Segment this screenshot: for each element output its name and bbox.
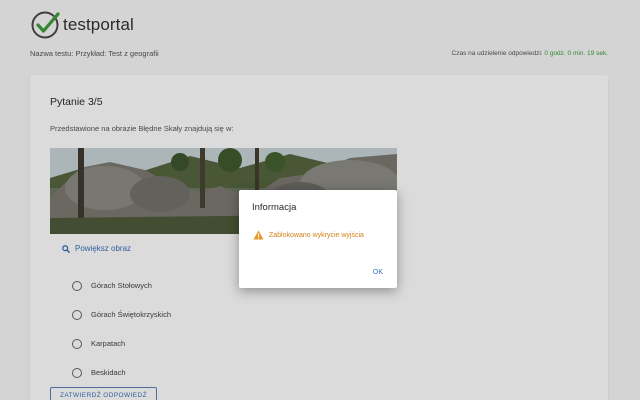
ok-button[interactable]: OK: [373, 269, 383, 276]
warning-icon: [253, 230, 264, 240]
dialog-message: Zablokowano wykrycie wyjścia: [253, 230, 364, 240]
dialog-title: Informacja: [252, 202, 297, 213]
info-dialog: Informacja Zablokowano wykrycie wyjścia …: [239, 190, 397, 288]
dialog-message-text: Zablokowano wykrycie wyjścia: [269, 231, 364, 239]
